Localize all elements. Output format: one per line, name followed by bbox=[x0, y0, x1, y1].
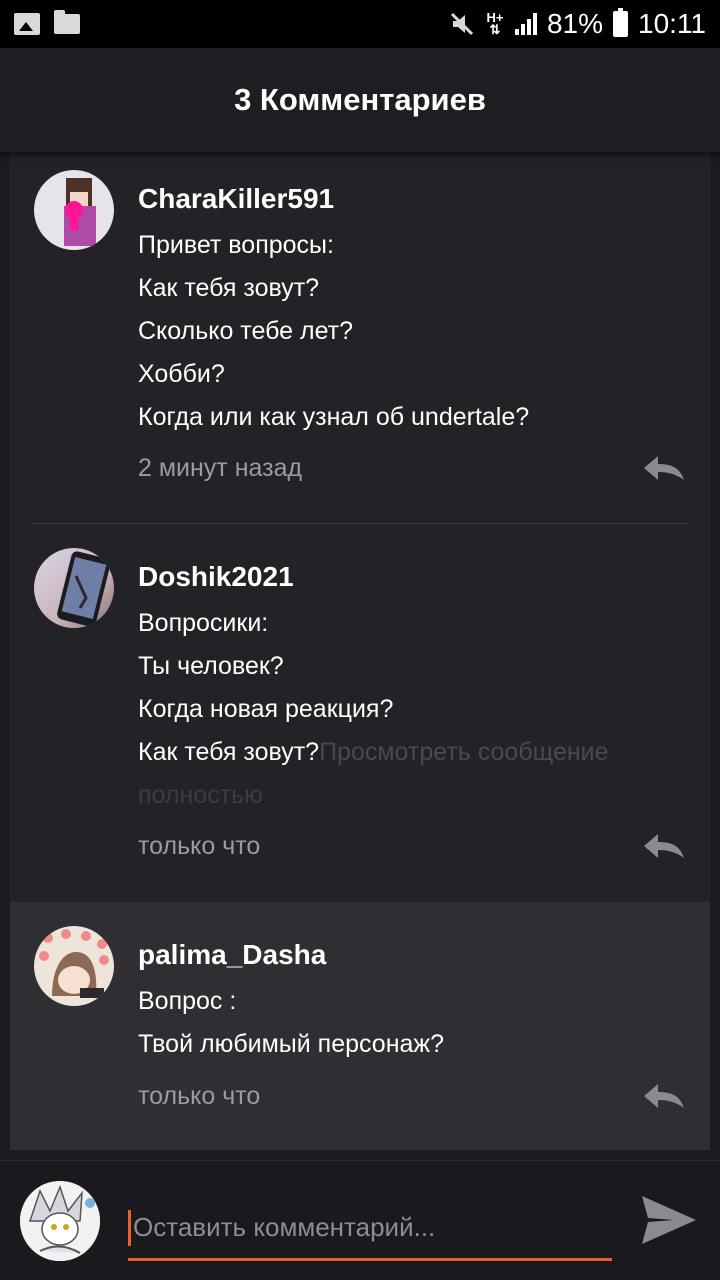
status-bar: H+ ⇅ 81% 10:11 bbox=[0, 0, 720, 48]
comment-item[interactable]: palima_Dasha Вопрос : Твой любимый персо… bbox=[10, 902, 710, 1150]
comment-text-line: Как тебя зовут?Просмотреть сообщение bbox=[138, 731, 690, 774]
folder-icon bbox=[54, 10, 80, 34]
text-cursor bbox=[128, 1209, 131, 1246]
comment-item[interactable]: CharaKiller591 Привет вопросы: Как тебя … bbox=[10, 152, 710, 524]
comment-username[interactable]: CharaKiller591 bbox=[138, 182, 690, 216]
battery-icon bbox=[613, 8, 628, 37]
gallery-icon bbox=[14, 13, 40, 35]
comment-item[interactable]: Doshik2021 Вопросики: Ты человек? Когда … bbox=[10, 524, 710, 902]
send-button[interactable] bbox=[640, 1192, 698, 1248]
battery-percent: 81% bbox=[546, 8, 603, 39]
page-title: 3 Комментариев bbox=[234, 82, 486, 117]
my-avatar[interactable] bbox=[20, 1181, 100, 1261]
reply-icon[interactable] bbox=[642, 832, 686, 860]
view-full-message-link[interactable]: Просмотреть сообщение bbox=[319, 738, 608, 766]
mute-icon bbox=[449, 11, 475, 37]
comment-text-line: Привет вопросы: bbox=[138, 231, 334, 259]
comment-timestamp: только что bbox=[138, 832, 261, 860]
comment-text-line: Твой любимый персонаж? bbox=[138, 1030, 445, 1058]
comment-input[interactable] bbox=[133, 1212, 603, 1243]
comments-header: 3 Комментариев bbox=[0, 48, 720, 152]
avatar[interactable] bbox=[34, 170, 114, 250]
reply-icon[interactable] bbox=[642, 1082, 686, 1110]
signal-icon bbox=[514, 13, 537, 35]
comment-list[interactable]: CharaKiller591 Привет вопросы: Как тебя … bbox=[10, 152, 710, 1150]
comment-text-line: Когда или как узнал об undertale? bbox=[138, 403, 530, 431]
comment-text-line: Хобби? bbox=[138, 360, 225, 388]
comment-username[interactable]: palima_Dasha bbox=[138, 938, 690, 972]
avatar[interactable] bbox=[34, 548, 114, 628]
comment-text: Как тебя зовут? bbox=[138, 738, 320, 766]
comment-text-line: Ты человек? bbox=[138, 652, 284, 680]
reply-icon[interactable] bbox=[642, 454, 686, 482]
comment-text-line: Вопрос : bbox=[138, 987, 237, 1015]
comment-text-line: Вопросики: bbox=[138, 609, 269, 637]
comment-text-line: Когда новая реакция? bbox=[138, 695, 394, 723]
comment-text-line: Как тебя зовут? bbox=[138, 274, 320, 302]
comment-text-line: Сколько тебе лет? bbox=[138, 317, 354, 345]
comment-timestamp: только что bbox=[138, 1082, 261, 1110]
comment-input-field[interactable] bbox=[128, 1197, 612, 1261]
ht-network-icon: H+ ⇅ bbox=[486, 10, 504, 37]
comment-timestamp: 2 минут назад bbox=[138, 454, 303, 482]
clock: 10:11 bbox=[638, 8, 706, 39]
comment-input-bar bbox=[0, 1160, 720, 1280]
comment-username[interactable]: Doshik2021 bbox=[138, 560, 690, 594]
view-full-message-link-cont[interactable]: полностью bbox=[138, 774, 690, 817]
avatar[interactable] bbox=[34, 926, 114, 1006]
